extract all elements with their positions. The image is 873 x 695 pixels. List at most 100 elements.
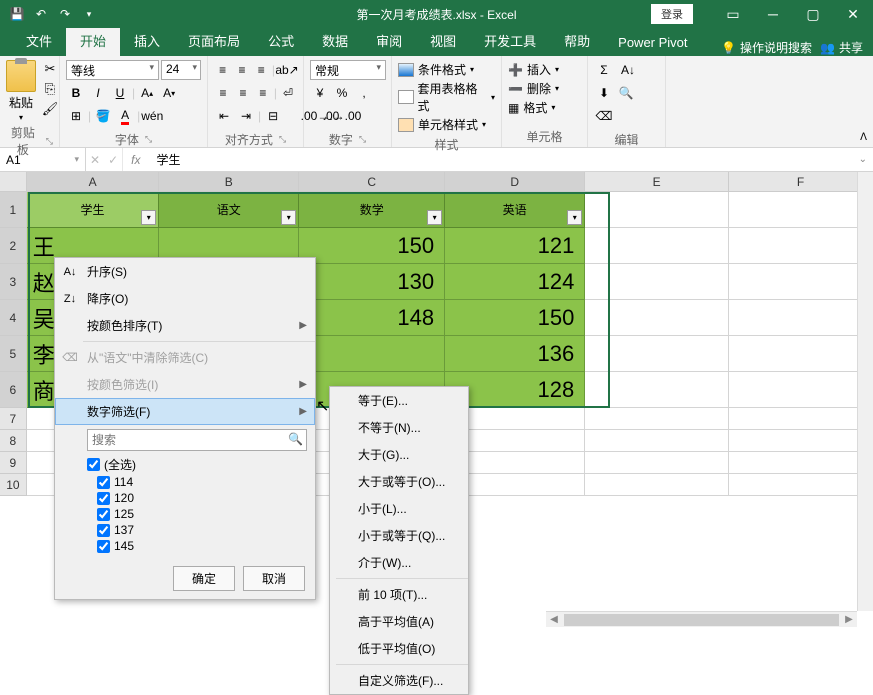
delete-cells-button[interactable]: ➖删除▾ <box>508 79 581 98</box>
filter-between[interactable]: 介于(W)... <box>330 549 468 576</box>
check-item[interactable]: 120 <box>87 490 307 506</box>
cell[interactable] <box>729 408 873 430</box>
tab-dev[interactable]: 开发工具 <box>470 25 550 56</box>
check-all[interactable]: (全选) <box>87 455 307 474</box>
cut-icon[interactable]: ✂ <box>40 60 60 78</box>
clear-icon[interactable]: ⌫ <box>594 106 614 126</box>
tab-view[interactable]: 视图 <box>416 25 470 56</box>
row-header[interactable]: 1 <box>0 192 27 228</box>
autosum-icon[interactable]: Σ <box>594 60 614 80</box>
scroll-thumb[interactable] <box>564 614 839 626</box>
align-left-icon[interactable]: ≡ <box>214 83 232 103</box>
cell-style-button[interactable]: 单元格样式▾ <box>398 115 495 134</box>
cell[interactable] <box>729 452 873 474</box>
cell[interactable]: 148 <box>299 300 445 336</box>
filter-button[interactable]: ▾ <box>567 210 582 225</box>
orientation-icon[interactable]: ab↗ <box>277 60 297 80</box>
filter-top10[interactable]: 前 10 项(T)... <box>330 581 468 608</box>
filter-button[interactable]: ▾ <box>427 210 442 225</box>
cell[interactable] <box>585 336 729 372</box>
tell-me-search[interactable]: 💡操作说明搜索 <box>721 39 812 56</box>
check-item[interactable]: 125 <box>87 506 307 522</box>
fill-color-button[interactable]: 🪣 <box>93 106 113 126</box>
check-item[interactable]: 145 <box>87 538 307 554</box>
sort-filter-icon[interactable]: A↓ <box>616 60 640 80</box>
cell[interactable] <box>729 336 873 372</box>
col-header-e[interactable]: E <box>585 172 729 191</box>
filter-less[interactable]: 小于(L)... <box>330 495 468 522</box>
col-header-d[interactable]: D <box>445 172 585 191</box>
cell[interactable] <box>585 474 729 496</box>
tab-data[interactable]: 数据 <box>308 25 362 56</box>
filter-equals[interactable]: 等于(E)... <box>330 387 468 414</box>
sort-asc-item[interactable]: A↓升序(S) <box>55 258 315 285</box>
increase-font-icon[interactable]: A▴ <box>137 83 157 103</box>
cancel-formula-icon[interactable]: ✕ <box>90 153 100 167</box>
table-header-math[interactable]: 数学▾ <box>299 192 445 228</box>
cell[interactable] <box>729 372 873 408</box>
copy-icon[interactable]: ⎘ <box>40 80 60 98</box>
cell[interactable]: 124 <box>445 264 585 300</box>
tab-formula[interactable]: 公式 <box>254 25 308 56</box>
redo-icon[interactable]: ↷ <box>54 3 76 25</box>
align-middle-icon[interactable]: ≡ <box>233 60 250 80</box>
table-header-english[interactable]: 英语▾ <box>445 192 585 228</box>
align-right-icon[interactable]: ≡ <box>254 83 272 103</box>
cell[interactable] <box>585 192 729 228</box>
decrease-font-icon[interactable]: A▾ <box>159 83 179 103</box>
cell[interactable] <box>585 408 729 430</box>
indent-inc-icon[interactable]: ⇥ <box>236 106 256 126</box>
maximize-icon[interactable]: ▢ <box>793 0 833 28</box>
border-button[interactable]: ⊞ <box>66 106 86 126</box>
filter-greater-eq[interactable]: 大于或等于(O)... <box>330 468 468 495</box>
filter-less-eq[interactable]: 小于或等于(Q)... <box>330 522 468 549</box>
filter-search-input[interactable] <box>87 429 307 451</box>
undo-icon[interactable]: ↶ <box>30 3 52 25</box>
filter-below-avg[interactable]: 低于平均值(O) <box>330 635 468 662</box>
format-painter-icon[interactable]: 🖌 <box>40 100 60 118</box>
tab-help[interactable]: 帮助 <box>550 25 604 56</box>
save-icon[interactable]: 💾 <box>6 3 28 25</box>
number-format-select[interactable]: 常规 <box>310 60 386 80</box>
launcher-icon[interactable]: ⤡ <box>359 134 366 145</box>
tab-pivot[interactable]: Power Pivot <box>604 29 701 56</box>
row-header[interactable]: 9 <box>0 452 27 474</box>
table-header-student[interactable]: 学生▾ <box>27 192 159 228</box>
cell[interactable]: 150 <box>445 300 585 336</box>
comma-icon[interactable]: , <box>354 83 374 103</box>
conditional-format-button[interactable]: 条件格式▾ <box>398 60 495 79</box>
collapse-ribbon-icon[interactable]: ᐱ <box>860 132 867 143</box>
col-header-a[interactable]: A <box>27 172 159 191</box>
cell[interactable] <box>729 430 873 452</box>
tab-home[interactable]: 开始 <box>66 25 120 56</box>
row-header[interactable]: 10 <box>0 474 27 496</box>
paste-button[interactable]: 粘贴 ▾ <box>6 60 36 122</box>
currency-icon[interactable]: ¥ <box>310 83 330 103</box>
fx-icon[interactable]: fx <box>123 153 148 167</box>
align-top-icon[interactable]: ≡ <box>214 60 231 80</box>
number-filter-item[interactable]: 数字筛选(F)▶ <box>55 398 315 425</box>
cell[interactable] <box>585 430 729 452</box>
insert-cells-button[interactable]: ➕插入▾ <box>508 60 581 79</box>
italic-button[interactable]: I <box>88 83 108 103</box>
font-name-select[interactable]: 等线 <box>66 60 159 80</box>
row-header[interactable]: 4 <box>0 300 27 336</box>
cell[interactable]: 121 <box>445 228 585 264</box>
check-item[interactable]: 137 <box>87 522 307 538</box>
cell[interactable] <box>729 192 873 228</box>
row-header[interactable]: 5 <box>0 336 27 372</box>
underline-button[interactable]: U <box>110 83 130 103</box>
tab-layout[interactable]: 页面布局 <box>174 25 254 56</box>
launcher-icon[interactable]: ⤡ <box>145 134 152 145</box>
expand-formula-bar-icon[interactable]: ⌄ <box>853 154 873 165</box>
cell[interactable] <box>729 474 873 496</box>
formula-input[interactable]: 学生 <box>148 151 852 168</box>
filter-not-equals[interactable]: 不等于(N)... <box>330 414 468 441</box>
wrap-text-icon[interactable]: ⏎ <box>279 83 297 103</box>
format-cells-button[interactable]: ▦格式▾ <box>508 98 581 117</box>
fill-icon[interactable]: ⬇ <box>594 83 614 103</box>
tab-insert[interactable]: 插入 <box>120 25 174 56</box>
vertical-scrollbar[interactable] <box>857 172 873 611</box>
decrease-decimal-icon[interactable]: .0→.00 <box>332 106 352 126</box>
bold-button[interactable]: B <box>66 83 86 103</box>
